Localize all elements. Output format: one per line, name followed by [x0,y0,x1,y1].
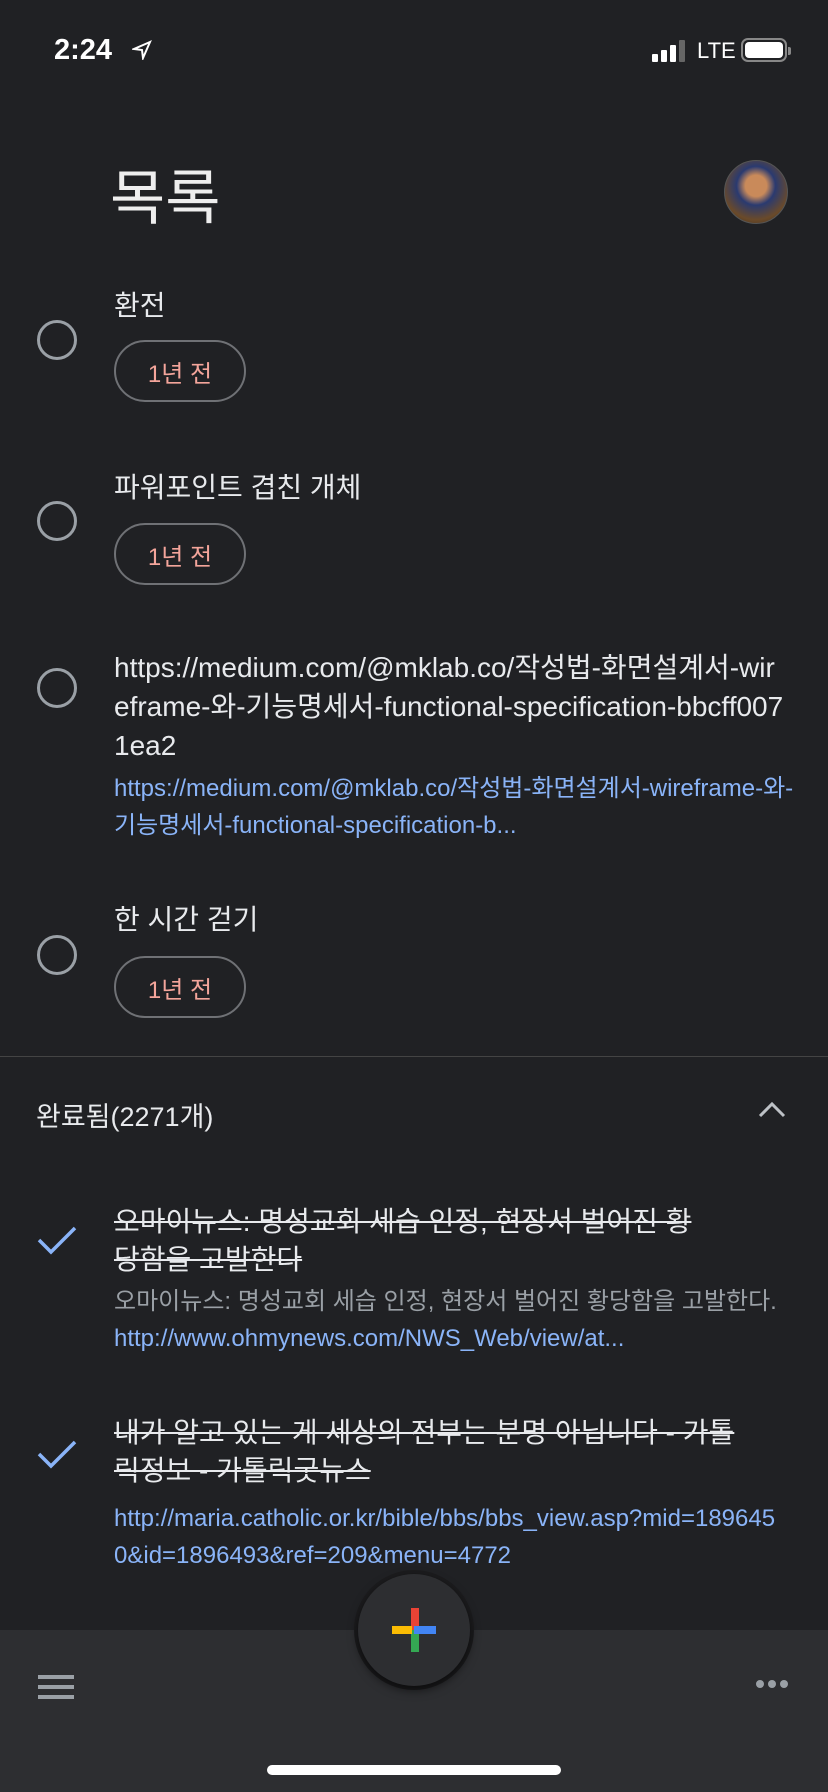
page-title: 목록 [110,165,221,232]
completed-task-desc: 오마이뉴스: 명성교회 세습 인정, 현장서 벌어진 황당함을 고발한다. ht… [114,1283,794,1357]
task-link[interactable]: https://medium.com/@mklab.co/작성법-화면설계서-w… [114,770,794,844]
menu-icon[interactable] [38,1675,74,1699]
task-title[interactable]: 파워포인트 겹친 개체 [114,469,794,507]
task-desc-text: 오마이뉴스: 명성교회 세습 인정, 현장서 벌어진 황당함을 고발한다. [114,1288,777,1315]
date-chip[interactable]: 1년 전 [114,956,246,1018]
completed-header[interactable]: 완료됨(2271개) [36,1095,213,1134]
battery-icon [741,38,791,62]
avatar[interactable] [724,160,788,224]
completed-task-title[interactable]: 오마이뉴스: 명성교회 세습 인정, 현장서 벌어진 황당함을 고발한다 [114,1203,714,1279]
task-title[interactable]: 한 시간 걷기 [114,901,794,939]
add-task-button[interactable] [358,1574,470,1686]
completed-task-title[interactable]: 내가 알고 있는 게 세상의 전부는 분명 아닙니다 - 가톨릭정보 - 가톨릭… [114,1414,754,1490]
status-time: 2:24 [54,34,113,66]
task-title[interactable]: https://medium.com/@mklab.co/작성법-화면설계서-w… [114,648,784,765]
divider [0,1056,828,1057]
checkmark-icon[interactable] [37,1438,77,1470]
task-complete-checkbox[interactable] [37,501,77,541]
location-arrow-icon [132,40,152,60]
task-complete-checkbox[interactable] [37,320,77,360]
task-link[interactable]: http://maria.catholic.or.kr/bible/bbs/bb… [114,1500,784,1574]
more-options-icon[interactable] [756,1680,788,1688]
checkmark-icon[interactable] [37,1224,77,1256]
date-chip[interactable]: 1년 전 [114,340,246,402]
task-link[interactable]: http://www.ohmynews.com/NWS_Web/view/at.… [114,1325,624,1352]
date-chip[interactable]: 1년 전 [114,523,246,585]
task-complete-checkbox[interactable] [37,668,77,708]
network-label: LTE [697,38,736,63]
task-title[interactable]: 환전 [114,287,794,325]
task-complete-checkbox[interactable] [37,935,77,975]
signal-icon [652,40,685,62]
home-indicator[interactable] [267,1765,561,1775]
chevron-up-icon[interactable] [756,1100,788,1120]
plus-icon [392,1608,436,1652]
